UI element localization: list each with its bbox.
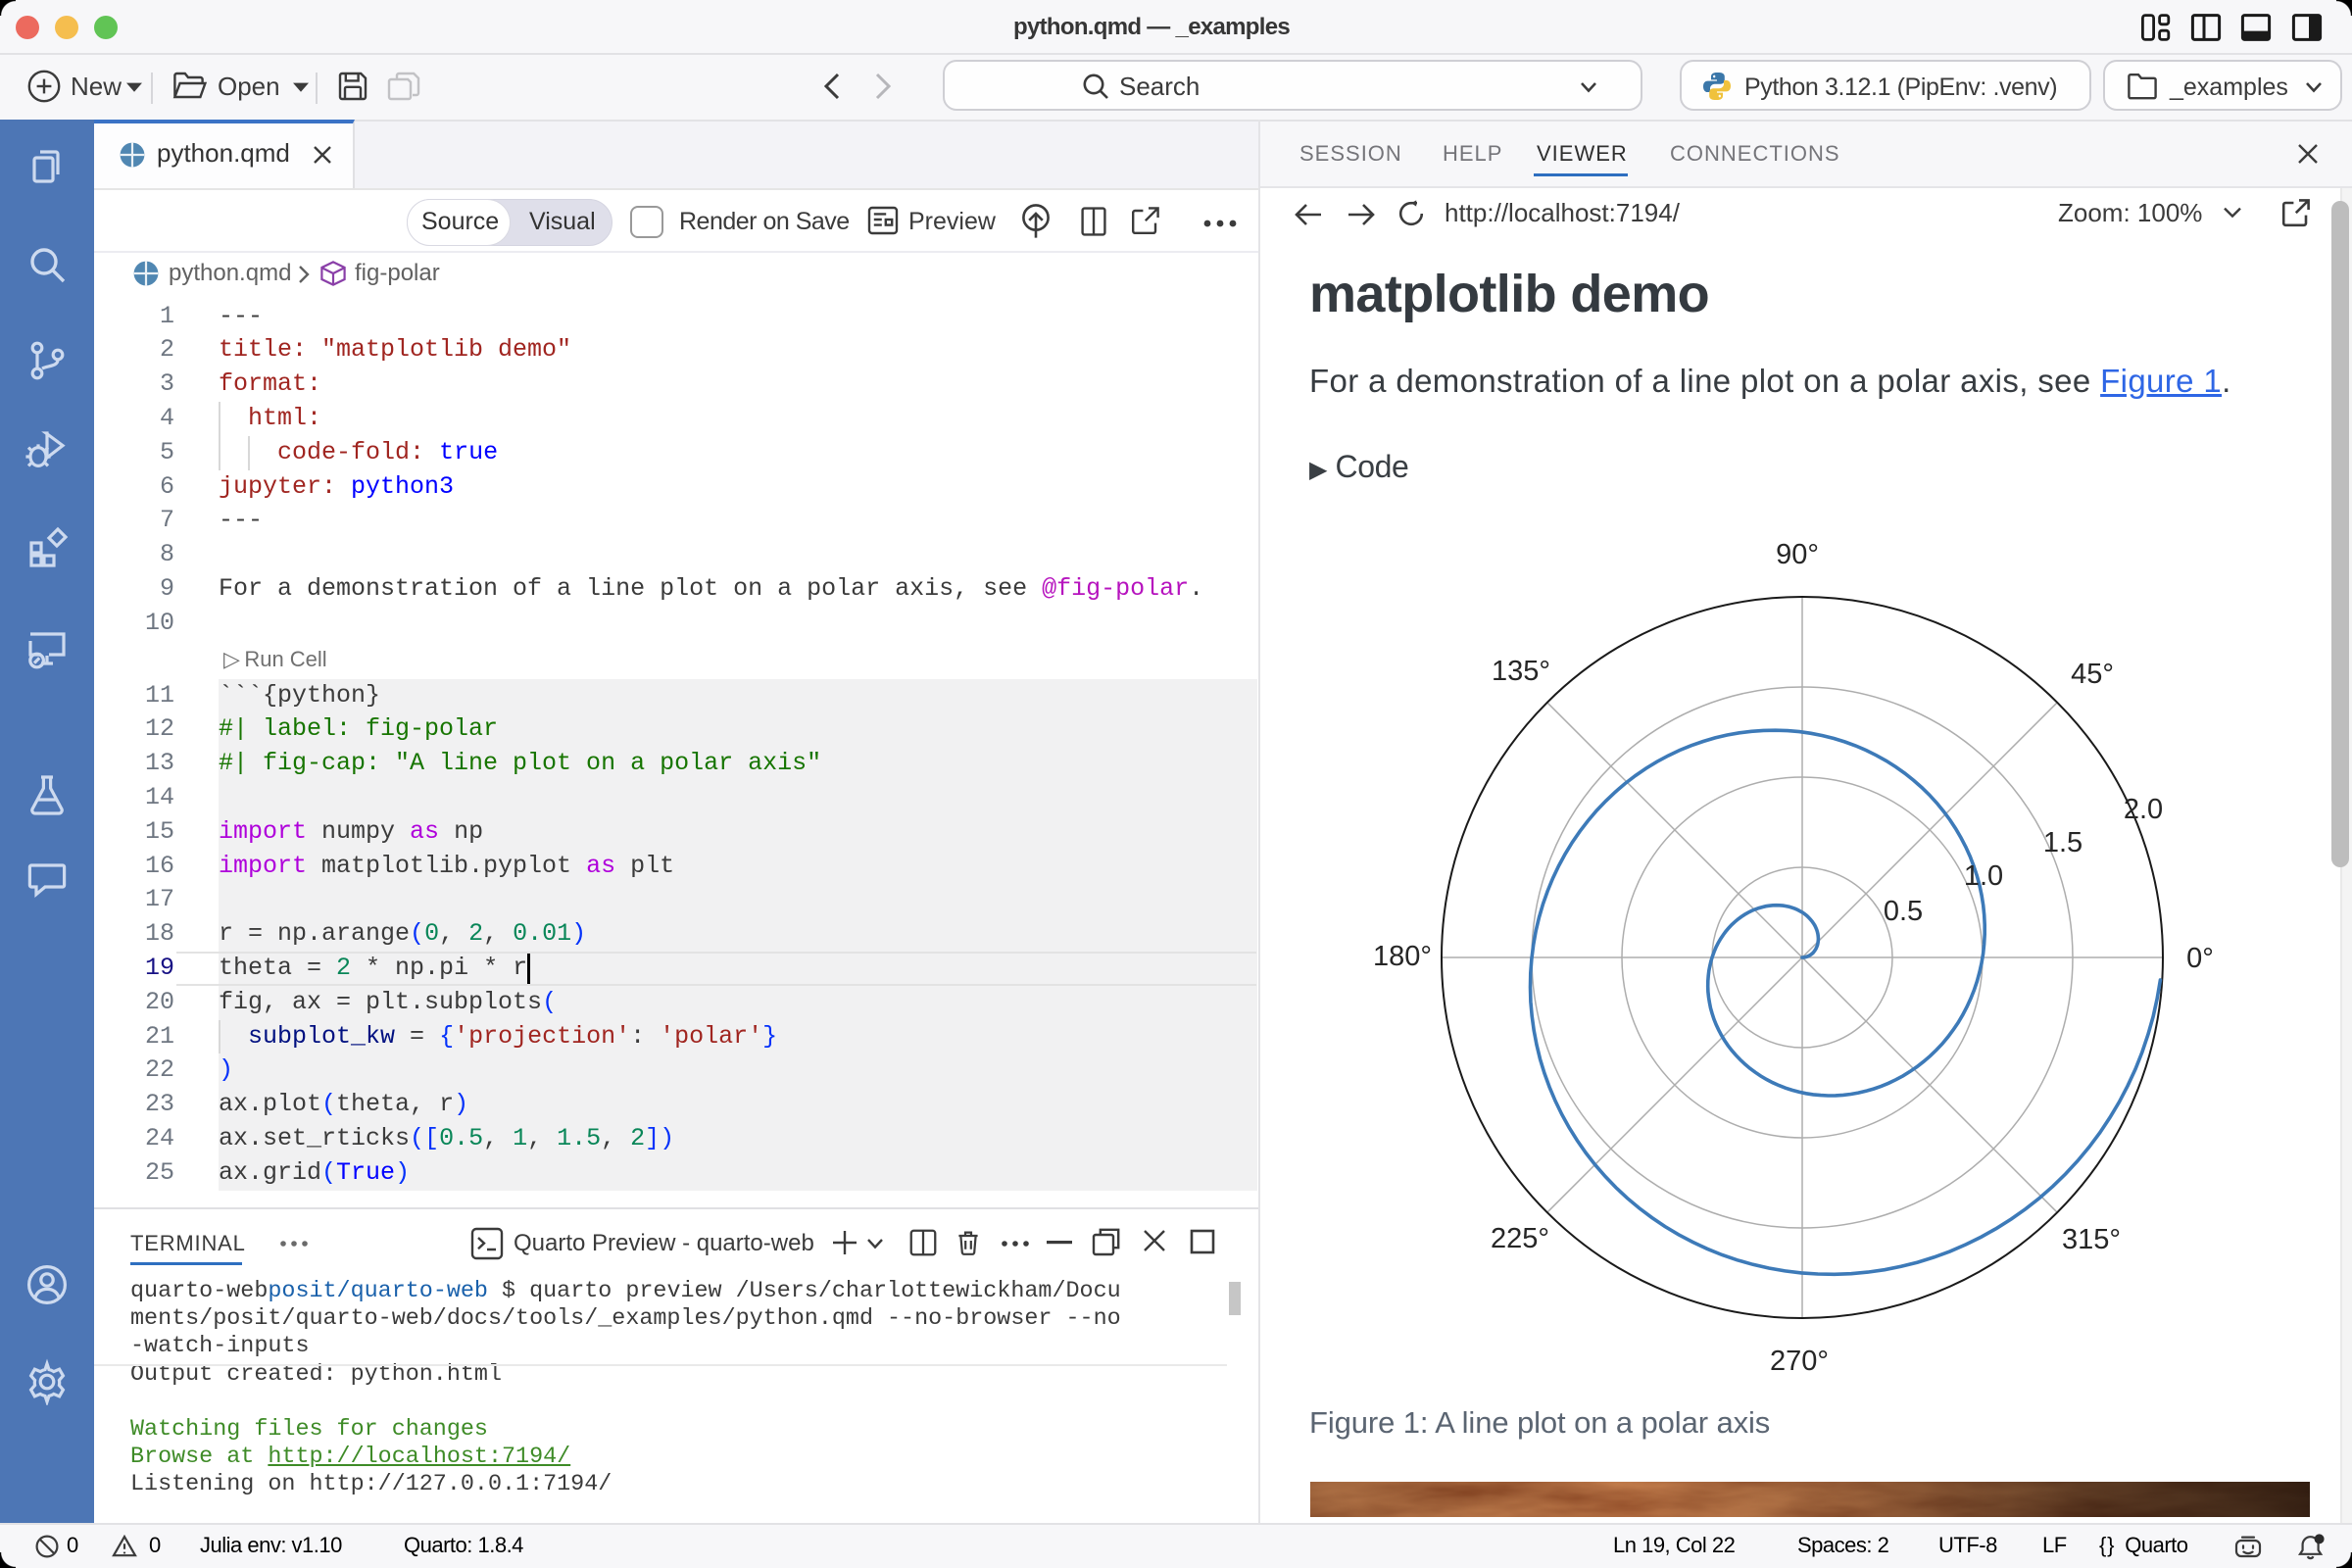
svg-text:270°: 270° (1770, 1346, 1829, 1377)
svg-text:315°: 315° (2062, 1224, 2121, 1255)
svg-text:0°: 0° (2186, 943, 2214, 974)
svg-text:1.0: 1.0 (1964, 860, 2003, 892)
svg-text:135°: 135° (1492, 656, 1550, 687)
svg-text:0.5: 0.5 (1884, 896, 1923, 927)
svg-text:45°: 45° (2071, 659, 2114, 690)
svg-text:225°: 225° (1491, 1223, 1549, 1254)
svg-text:1.5: 1.5 (2043, 827, 2082, 858)
svg-text:2.0: 2.0 (2124, 794, 2163, 825)
svg-text:90°: 90° (1776, 539, 1819, 570)
svg-text:180°: 180° (1373, 941, 1432, 972)
